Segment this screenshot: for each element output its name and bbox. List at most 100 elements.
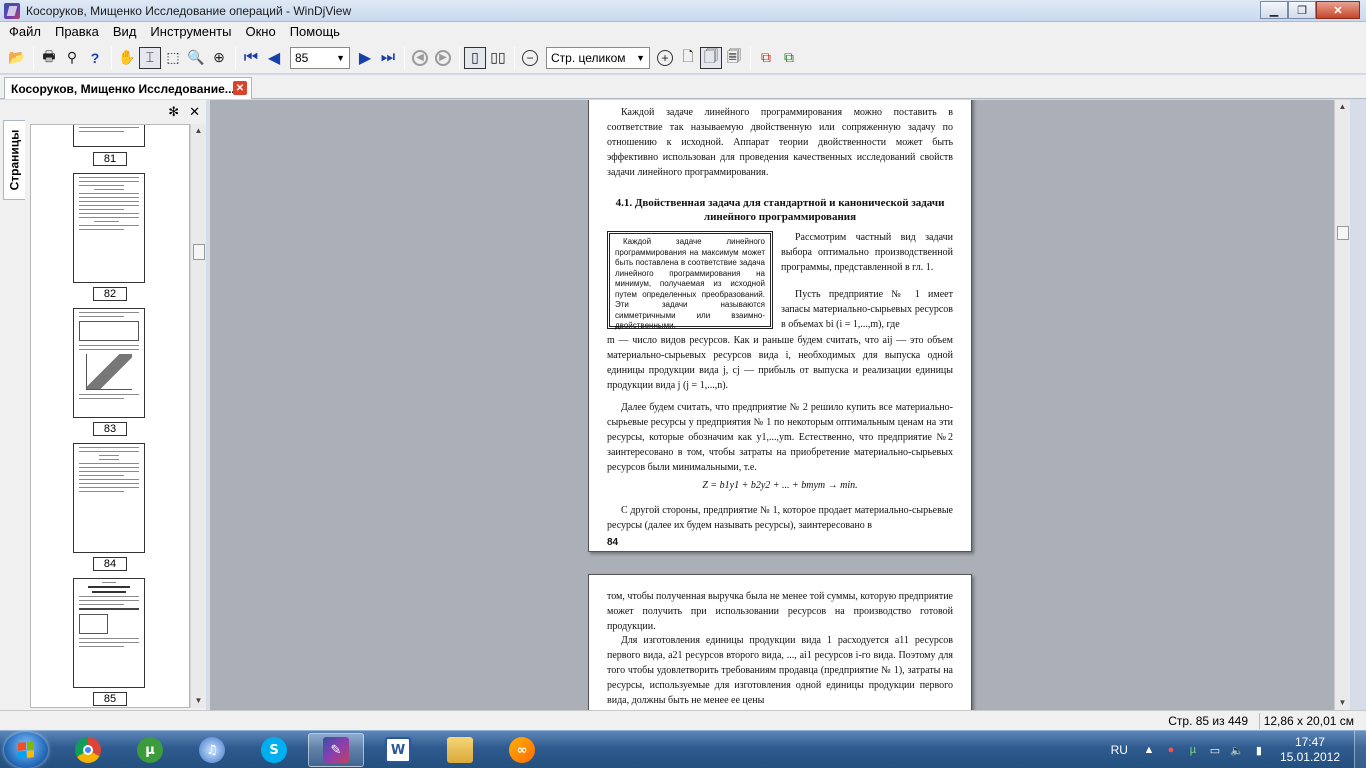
hand-icon[interactable]: ✋ [116, 47, 138, 69]
scroll-thumb[interactable] [1337, 226, 1349, 240]
paragraph: С другой стороны, предприятие № 1, котор… [607, 505, 953, 531]
taskbar-other-app[interactable]: ∞ [494, 733, 550, 767]
volume-icon[interactable]: 🔈 [1230, 743, 1244, 757]
window-title: Косоруков, Мищенко Исследование операций… [26, 3, 352, 18]
page-thumbnail[interactable] [73, 578, 145, 688]
text-line [79, 197, 139, 198]
text-line [88, 586, 130, 588]
help-icon[interactable]: ? [84, 47, 106, 69]
taskbar-skype[interactable]: S [246, 733, 302, 767]
zoom-icon[interactable]: 🔍 [185, 47, 207, 69]
tab-close-icon[interactable]: ✕ [233, 81, 247, 95]
utorrent-tray-icon[interactable]: µ [1186, 743, 1200, 757]
toolbar-separator [404, 46, 405, 69]
text-line [79, 229, 124, 230]
security-icon[interactable]: ● [1164, 743, 1178, 757]
show-hidden-icons-icon[interactable]: ▲ [1142, 743, 1156, 757]
text-line [79, 600, 139, 601]
panel-close-icon[interactable]: ✕ [189, 104, 200, 120]
layout2-icon[interactable]: 🗐 [723, 47, 745, 69]
document-page: Каждой задаче линейного программирования… [588, 100, 972, 552]
taskbar-word[interactable]: W [370, 733, 426, 767]
text-line [79, 646, 124, 647]
status-page-size: 12,86 x 20,01 см [1263, 714, 1354, 728]
magnify-icon[interactable]: ⊕ [208, 47, 230, 69]
menu-window[interactable]: Окно [238, 22, 282, 42]
thumbnail-scrollbar[interactable]: ▲ ▼ [190, 124, 206, 708]
network-icon[interactable]: ▮ [1252, 743, 1266, 757]
show-desktop-button[interactable] [1354, 731, 1366, 768]
rotate-icon[interactable]: ⧉ [755, 47, 777, 69]
scroll-down-icon[interactable]: ▼ [191, 694, 206, 708]
clock[interactable]: 17:47 15.01.2012 [1280, 735, 1340, 765]
facing-pages-icon[interactable]: ▯▯ [487, 47, 509, 69]
back-icon[interactable]: ◀ [409, 47, 431, 69]
text-line [79, 316, 124, 317]
page-thumbnail[interactable] [73, 443, 145, 553]
tab-pages[interactable]: Страницы [3, 120, 25, 200]
text-line [79, 201, 139, 202]
last-page-icon[interactable]: ⏭ [377, 47, 399, 69]
zoom-in-icon[interactable]: + [654, 47, 676, 69]
zoom-out-icon[interactable]: − [519, 47, 541, 69]
page-thumbnail[interactable] [73, 173, 145, 283]
page-thumbnail[interactable] [73, 308, 145, 418]
device-icon[interactable]: ▭ [1208, 743, 1222, 757]
thumbnail-number: 81 [93, 152, 127, 166]
first-page-icon[interactable]: ⏮ [240, 47, 262, 69]
scroll-down-icon[interactable]: ▼ [1335, 696, 1350, 710]
rotate2-icon[interactable]: ⧉ [778, 47, 800, 69]
text-line [79, 463, 139, 464]
document-scrollbar[interactable]: ▲ ▼ [1334, 100, 1350, 710]
minimize-button[interactable]: ▁ [1260, 1, 1288, 19]
taskbar-utorrent[interactable]: µ [122, 733, 178, 767]
boxed-note: Каждой задаче линейного программирования… [607, 231, 773, 330]
page-number-combo[interactable]: 85 ▼ [290, 46, 350, 69]
tab-document[interactable]: Косоруков, Мищенко Исследование... ✕ [4, 77, 252, 99]
menu-view[interactable]: Вид [106, 22, 144, 42]
maximize-button[interactable]: ❐ [1288, 1, 1316, 19]
forward-icon[interactable]: ▶ [432, 47, 454, 69]
text-line [79, 131, 124, 132]
windows-logo-icon [18, 741, 34, 759]
menu-help[interactable]: Помощь [283, 22, 347, 42]
document-view[interactable]: Каждой задаче линейного программирования… [210, 100, 1350, 710]
page-thumbnail[interactable] [73, 125, 145, 147]
taskbar-itunes[interactable]: ♫ [184, 733, 240, 767]
text-line [79, 447, 139, 448]
scroll-up-icon[interactable]: ▲ [191, 124, 206, 138]
single-page-icon[interactable]: ▯ [464, 46, 486, 69]
taskbar-windjview[interactable]: ✎ [308, 733, 364, 767]
continuous-icon[interactable]: 🗋 [677, 47, 699, 69]
text-line [79, 483, 139, 484]
taskbar-explorer[interactable] [432, 733, 488, 767]
menu-edit[interactable]: Правка [48, 22, 106, 42]
scroll-up-icon[interactable]: ▲ [1335, 100, 1350, 114]
start-button[interactable] [4, 732, 48, 768]
close-button[interactable]: ✕ [1316, 1, 1360, 19]
boxed-text [79, 321, 139, 341]
layout-icon[interactable]: 🗍 [700, 46, 722, 69]
rect-select-icon[interactable]: ⬚ [162, 47, 184, 69]
text-line [79, 596, 139, 597]
chevron-down-icon: ▼ [336, 52, 345, 63]
find-icon[interactable]: ⚲ [61, 47, 83, 69]
text-line [79, 475, 124, 476]
text-line [79, 225, 139, 226]
select-icon[interactable]: ⌶ [139, 46, 161, 69]
clock-time: 17:47 [1294, 735, 1325, 749]
taskbar-chrome[interactable] [60, 733, 116, 767]
language-indicator[interactable]: RU [1111, 743, 1128, 757]
open-icon[interactable]: 📂 [6, 47, 28, 69]
thumbnail-list[interactable]: 81 82 83 84 85 [30, 124, 190, 708]
next-page-icon[interactable]: ▶ [354, 47, 376, 69]
text-line [79, 471, 139, 472]
windjview-app-icon [4, 2, 20, 19]
print-icon[interactable]: 🖶 [38, 47, 60, 69]
settings-icon[interactable]: ✻ [168, 104, 179, 120]
menu-tools[interactable]: Инструменты [143, 22, 238, 42]
menu-file[interactable]: Файл [2, 22, 48, 42]
zoom-combo[interactable]: Стр. целиком ▼ [546, 46, 650, 69]
prev-page-icon[interactable]: ◀ [263, 47, 285, 69]
scroll-thumb[interactable] [193, 244, 205, 260]
